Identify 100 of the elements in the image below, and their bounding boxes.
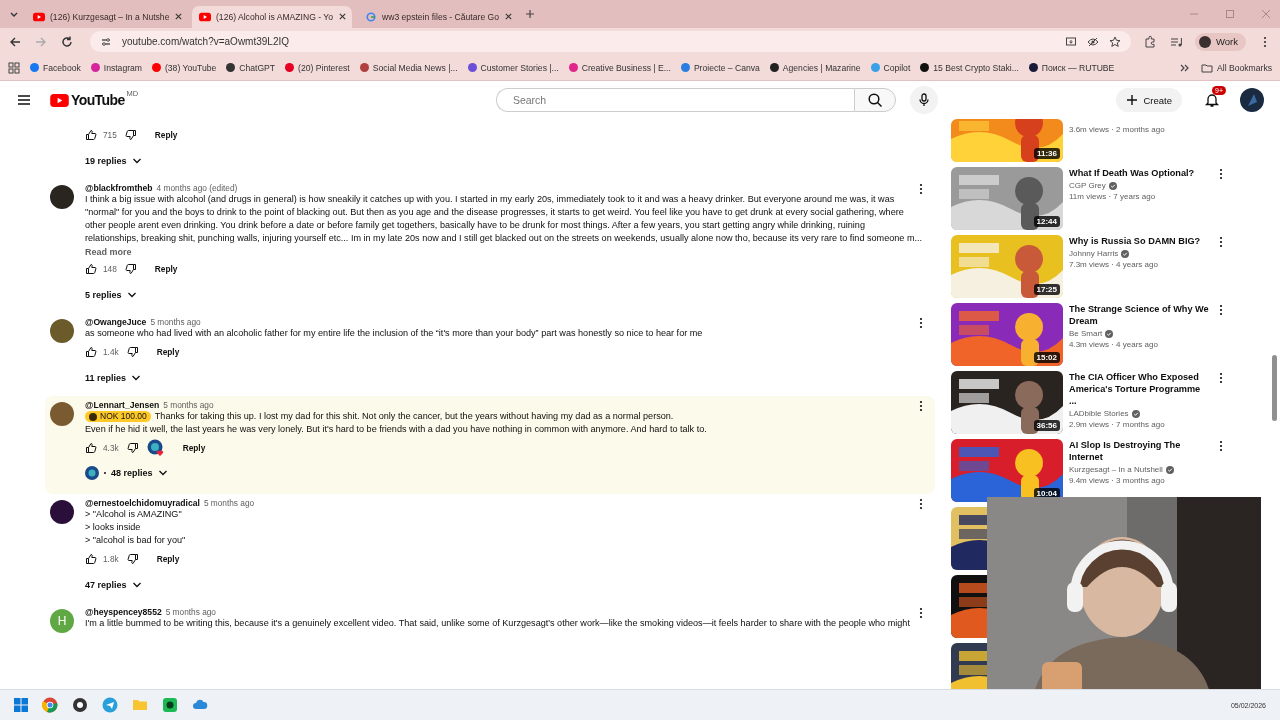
eye-off-icon[interactable]	[1087, 35, 1099, 48]
browser-tab[interactable]: ww3 epstein files - Căutare Go	[358, 5, 518, 28]
thumbs-down-icon[interactable]	[126, 346, 139, 358]
video-title[interactable]: What If Death Was Optional?	[1069, 167, 1209, 179]
user-avatar[interactable]	[50, 500, 74, 524]
thumbs-up-icon[interactable]	[85, 129, 97, 141]
reply-button[interactable]: Reply	[144, 264, 188, 274]
user-avatar[interactable]	[50, 402, 74, 426]
paper-plane-icon[interactable]	[102, 697, 118, 713]
video-meta: 2.9m views · 7 months ago	[1069, 420, 1166, 429]
comment-time[interactable]: 5 months ago	[203, 498, 255, 508]
install-icon[interactable]	[1065, 35, 1077, 48]
youtube-logo-text[interactable]: YouTube	[71, 92, 125, 108]
thumbs-up-icon[interactable]	[85, 346, 97, 358]
comment-time[interactable]: 5 months ago	[165, 607, 216, 617]
apps-grid-icon[interactable]	[8, 61, 20, 74]
bookmark-item[interactable]: Instagram	[90, 62, 142, 73]
video-thumbnail[interactable]: 15:02	[951, 303, 1063, 366]
reload-icon[interactable]	[60, 34, 74, 49]
bookmark-item[interactable]: Facebook	[30, 62, 81, 73]
channel-name[interactable]: Be Smart	[1069, 329, 1103, 338]
video-title[interactable]: Why is Russia So DAMN BIG?	[1069, 235, 1209, 247]
chevron-down-icon	[157, 468, 168, 478]
avatar-icon[interactable]	[1240, 88, 1264, 112]
user-avatar[interactable]	[50, 185, 74, 209]
thumbs-up-icon[interactable]	[85, 442, 97, 454]
comment-author[interactable]: @blackfromtheb	[85, 183, 153, 193]
all-bookmarks-button[interactable]: All Bookmarks	[1201, 61, 1272, 74]
profile-chip[interactable]: Work	[1195, 32, 1246, 51]
video-title[interactable]: AI Slop Is Destroying The Internet	[1069, 439, 1209, 463]
super-thanks-badge: NOK 100.00	[85, 411, 151, 422]
chrome-icon[interactable]	[42, 697, 58, 713]
close-icon[interactable]	[338, 12, 348, 21]
close-icon[interactable]	[174, 12, 184, 21]
reply-button[interactable]: Reply	[172, 443, 216, 453]
comment-author[interactable]: @OwangeJuce	[85, 317, 147, 327]
video-duration: 15:02	[1033, 352, 1060, 363]
close-icon[interactable]	[504, 12, 514, 21]
circle-app-icon[interactable]	[72, 697, 88, 713]
bookmark-item[interactable]: Copilot	[870, 62, 911, 73]
comment-text: Thanks for taking this up. I lost my dad for this shit. Not only the cancer, but the years without having my dad as a normal person.	[154, 410, 674, 423]
comment-text: I think a big issue with alcohol (and drugs in general) is how sneakily it catches up with you. I started in my early 20s, immediately took to it and was a heavy drinker. But everyone around me was, it was	[85, 193, 895, 206]
video-title[interactable]: The CIA Officer Who Exposed America's Torture Programme ...	[1069, 371, 1209, 407]
scrollbar-thumb[interactable]	[1272, 355, 1277, 421]
comment-author[interactable]: @ernestoelchidomuyradical	[85, 498, 200, 508]
browser-tab[interactable]: (126) Alcohol is AMAZING - Yo	[192, 5, 352, 28]
browser-tab[interactable]: (126) Kurzgesagt – In a Nutshe	[26, 5, 186, 28]
site-info-icon[interactable]	[100, 35, 112, 48]
new-tab-icon[interactable]	[524, 8, 536, 20]
star-icon[interactable]	[1109, 35, 1121, 48]
replies-toggle[interactable]: 11 replies	[85, 370, 142, 386]
video-meta: 4.3m views · 4 years ago	[1069, 340, 1159, 349]
replies-toggle[interactable]: 47 replies	[85, 577, 142, 593]
video-thumbnail[interactable]: 12:44	[951, 167, 1063, 230]
bookmark-item[interactable]: Proiecte – Canva	[680, 62, 760, 73]
plus-icon	[1125, 94, 1138, 106]
create-button[interactable]: Create	[1115, 88, 1182, 112]
bell-icon[interactable]	[1204, 92, 1220, 108]
extensions-icon[interactable]	[1143, 34, 1157, 49]
search-button[interactable]	[853, 88, 896, 112]
comment-text: > "Alcohol is AMAZING"	[85, 508, 182, 521]
chevron-down-icon	[131, 580, 142, 590]
comment-time[interactable]: 4 months ago (edited)	[156, 183, 238, 193]
comment-time[interactable]: 5 months ago	[150, 317, 201, 327]
channel-name[interactable]: Kurzgesagt – In a Nutshell	[1069, 465, 1163, 474]
thumbs-down-icon[interactable]	[126, 442, 139, 454]
thumbs-up-icon[interactable]	[85, 263, 97, 275]
chat-app-icon[interactable]	[162, 697, 178, 713]
search-icon	[866, 92, 883, 108]
channel-name[interactable]: LADbible Stories	[1069, 409, 1129, 418]
thumbs-down-icon[interactable]	[126, 553, 139, 565]
channel-name[interactable]: Johnny Harris	[1069, 249, 1119, 258]
channel-name[interactable]: CGP Grey	[1069, 181, 1106, 190]
thumbs-up-icon[interactable]	[85, 553, 97, 565]
reply-button[interactable]: Reply	[146, 347, 190, 357]
video-duration: 11:36	[1033, 148, 1060, 159]
video-thumbnail[interactable]: 11:36	[951, 119, 1063, 162]
thumbs-down-icon[interactable]	[124, 263, 137, 275]
user-avatar[interactable]	[50, 319, 74, 343]
comment-author[interactable]: @heyspencey8552	[85, 607, 162, 617]
address-bar[interactable]: youtube.com/watch?v=aOwmt39L2IQ	[90, 31, 1131, 52]
video-title[interactable]: The Strange Science of Why We Dream	[1069, 303, 1209, 327]
read-more-link[interactable]: Read more	[85, 247, 132, 257]
thumbs-down-icon[interactable]	[124, 129, 137, 141]
menu-icon[interactable]	[16, 92, 32, 108]
video-thumbnail[interactable]: 17:25	[951, 235, 1063, 298]
comment-time[interactable]: 5 months ago	[163, 400, 214, 410]
reply-button[interactable]: Reply	[144, 130, 188, 140]
voice-search-button[interactable]	[909, 86, 938, 114]
bookmark-item[interactable]: (38) YouTube	[151, 62, 217, 73]
search-field[interactable]: Search	[495, 88, 854, 112]
reply-button[interactable]: Reply	[146, 554, 190, 564]
replies-toggle[interactable]: 48 replies	[85, 463, 168, 483]
replies-toggle[interactable]: 19 replies	[85, 153, 142, 169]
replies-toggle[interactable]: 5 replies	[85, 287, 137, 303]
bookmark-item[interactable]: ChatGPT	[226, 62, 276, 73]
video-thumbnail[interactable]: 36:56	[951, 371, 1063, 434]
youtube-logo-icon	[50, 93, 69, 107]
bookmark-item[interactable]: (20) Pinterest	[285, 62, 350, 73]
comment-author[interactable]: @Lennart_Jensen	[85, 400, 160, 410]
